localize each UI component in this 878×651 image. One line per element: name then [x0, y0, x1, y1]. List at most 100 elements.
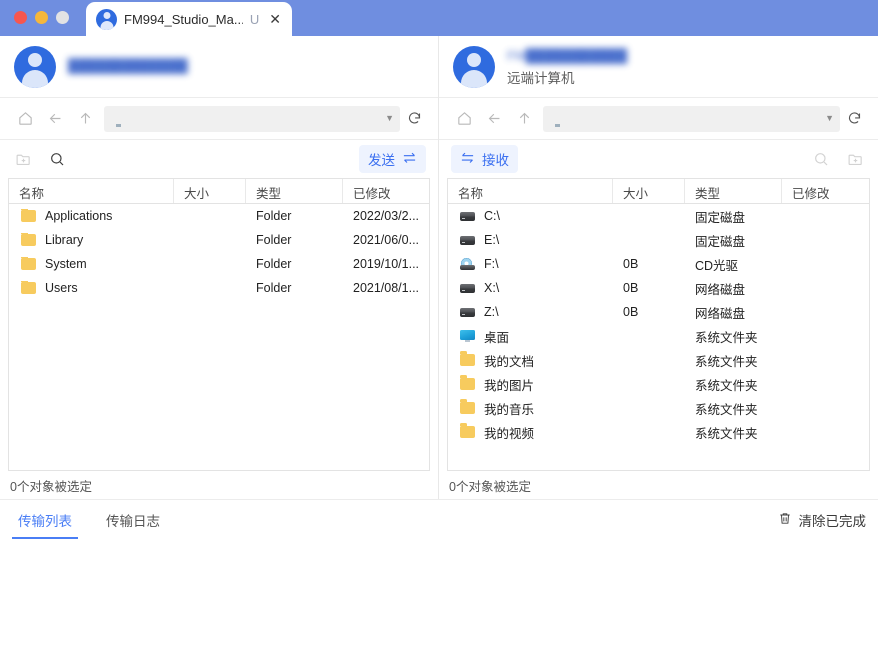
receive-button[interactable]: 接收	[451, 145, 518, 173]
table-row[interactable]: System Folder 2019/10/1...	[9, 252, 429, 276]
user-avatar-icon	[96, 8, 117, 30]
maximize-window-button[interactable]	[56, 11, 69, 24]
folder-icon	[460, 423, 475, 438]
folder-icon	[21, 281, 36, 294]
cell-name: 我的视频	[448, 423, 613, 442]
transfer-list-body	[0, 539, 878, 635]
folder-icon	[460, 375, 475, 390]
table-row[interactable]: 我的文档 系统文件夹	[448, 348, 869, 372]
remote-account-subtitle: 远端计算机	[507, 70, 575, 86]
up-arrow-icon[interactable]	[70, 104, 100, 134]
clear-completed-button[interactable]: 清除已完成	[778, 510, 866, 530]
close-window-button[interactable]	[14, 11, 27, 24]
table-row[interactable]: Users Folder 2021/08/1...	[9, 276, 429, 300]
cell-type: 系统文件夹	[695, 330, 758, 345]
file-name-label: Library	[45, 233, 84, 247]
send-button-label: 发送	[368, 153, 395, 168]
new-folder-icon[interactable]	[844, 148, 866, 170]
local-path-input[interactable]: ▼	[104, 105, 400, 132]
file-name-label: System	[45, 257, 87, 271]
chevron-down-icon[interactable]: ▼	[385, 114, 394, 123]
send-button[interactable]: 发送	[359, 145, 426, 173]
chevron-down-icon[interactable]: ▼	[825, 114, 834, 123]
cell-name: C:\	[448, 209, 613, 223]
column-header-modified[interactable]: 已修改	[343, 179, 429, 203]
column-header-name[interactable]: 名称	[9, 179, 174, 203]
table-row[interactable]: 桌面 系统文件夹	[448, 324, 869, 348]
close-icon[interactable]: ✕	[266, 10, 284, 28]
table-row[interactable]: 我的音乐 系统文件夹	[448, 396, 869, 420]
cell-name: Z:\	[448, 305, 613, 319]
local-action-bar: 发送	[0, 140, 438, 178]
cell-name: 我的图片	[448, 375, 613, 394]
home-icon[interactable]	[10, 104, 40, 134]
drive-icon	[460, 283, 475, 293]
file-name-label: 我的文档	[484, 354, 535, 369]
local-account-name: █████████████	[68, 57, 188, 73]
table-row[interactable]: E:\ 固定磁盘	[448, 228, 869, 252]
file-name-label: X:\	[484, 281, 500, 295]
table-row[interactable]: F:\ 0B CD光驱	[448, 252, 869, 276]
column-header-name[interactable]: 名称	[448, 179, 613, 203]
table-row[interactable]: 我的视频 系统文件夹	[448, 420, 869, 444]
home-icon[interactable]	[449, 104, 479, 134]
folder-icon	[21, 209, 36, 222]
cell-size: 0B	[623, 305, 639, 319]
local-file-list[interactable]: 名称 大小 类型 已修改 Applications Folder 2022/03/2…	[8, 178, 430, 471]
table-row[interactable]: Z:\ 0B 网络磁盘	[448, 300, 869, 324]
search-icon[interactable]	[46, 148, 68, 170]
local-account-header: █████████████	[0, 36, 438, 98]
cell-name: Library	[9, 233, 174, 247]
column-header-size[interactable]: 大小	[613, 179, 685, 203]
tab-transfer-log[interactable]: 传输日志	[100, 500, 166, 539]
column-header-type[interactable]: 类型	[246, 179, 343, 203]
monitor-icon	[549, 112, 566, 127]
file-name-label: 我的图片	[484, 378, 535, 393]
tab-transfer-list[interactable]: 传输列表	[12, 500, 78, 539]
remote-file-list[interactable]: 名称 大小 类型 已修改 C:\ 固定磁盘 E:\ 固定磁盘 F:\ 0B CD光驱 X:\ 0…	[447, 178, 870, 471]
remote-action-bar: 接收	[439, 140, 878, 178]
file-name-label: 我的视频	[484, 426, 535, 441]
back-arrow-icon[interactable]	[40, 104, 70, 134]
column-header-modified[interactable]: 已修改	[782, 179, 869, 203]
cell-type: 固定磁盘	[695, 234, 746, 249]
session-tab[interactable]: FM994_Studio_Ma... U ✕	[86, 2, 292, 36]
title-bar: FM994_Studio_Ma... U ✕	[0, 0, 878, 36]
file-name-label: F:\	[484, 257, 499, 271]
trash-icon	[778, 511, 792, 529]
table-row[interactable]: C:\ 固定磁盘	[448, 204, 869, 228]
minimize-window-button[interactable]	[35, 11, 48, 24]
cell-size: 0B	[623, 257, 639, 271]
remote-path-input[interactable]: ▼	[543, 105, 840, 132]
back-arrow-icon[interactable]	[479, 104, 509, 134]
table-row[interactable]: Applications Folder 2022/03/2...	[9, 204, 429, 228]
cell-type: Folder	[256, 257, 292, 271]
drive-icon	[460, 211, 475, 221]
cell-name: Applications	[9, 209, 174, 223]
column-header-size[interactable]: 大小	[174, 179, 246, 203]
column-header-type[interactable]: 类型	[685, 179, 782, 203]
table-row[interactable]: 我的图片 系统文件夹	[448, 372, 869, 396]
cell-name: System	[9, 257, 174, 271]
cell-type: 网络磁盘	[695, 306, 746, 321]
table-row[interactable]: Library Folder 2021/06/0...	[9, 228, 429, 252]
cell-type: 系统文件夹	[695, 378, 758, 393]
remote-account-name: FM███████████	[507, 47, 628, 63]
up-arrow-icon[interactable]	[509, 104, 539, 134]
receive-button-label: 接收	[482, 153, 509, 168]
search-icon[interactable]	[810, 148, 832, 170]
table-row[interactable]: X:\ 0B 网络磁盘	[448, 276, 869, 300]
cell-name: F:\	[448, 257, 613, 271]
session-tab-title: FM994_Studio_Ma...	[124, 11, 243, 27]
file-name-label: Z:\	[484, 305, 499, 319]
cell-type: 系统文件夹	[695, 402, 758, 417]
cell-type: 系统文件夹	[695, 426, 758, 441]
cell-modified: 2021/06/0...	[353, 233, 420, 247]
monitor-icon	[110, 112, 127, 127]
cell-name: E:\	[448, 233, 613, 247]
refresh-icon[interactable]	[840, 104, 868, 134]
refresh-icon[interactable]	[400, 104, 428, 134]
cell-name: 桌面	[448, 327, 613, 346]
file-name-label: 我的音乐	[484, 402, 535, 417]
new-folder-icon[interactable]	[12, 148, 34, 170]
